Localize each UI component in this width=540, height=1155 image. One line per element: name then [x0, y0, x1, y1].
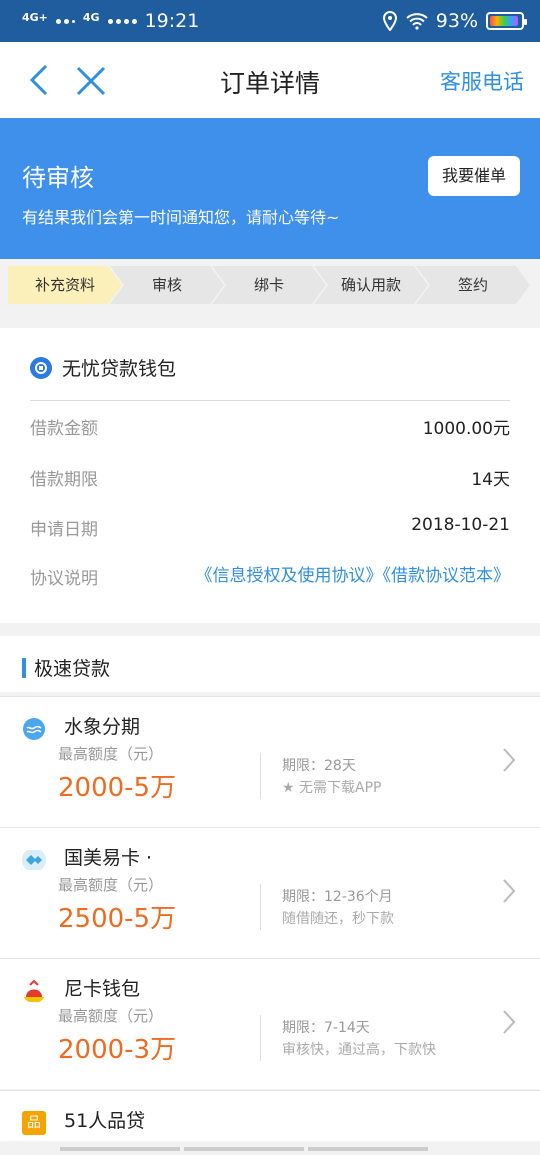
- section-marker: [22, 658, 26, 678]
- battery-percent: 93%: [435, 10, 478, 32]
- wifi-icon: [406, 13, 428, 30]
- step-supplement: 补充资料: [8, 266, 122, 304]
- battery-icon: [486, 12, 527, 30]
- divider: [260, 753, 261, 799]
- scroll-hint: [60, 1136, 540, 1151]
- loan-name: 水象分期: [64, 716, 141, 738]
- loan-name: 51人品贷: [64, 1110, 146, 1132]
- network-label-1: 4G+: [22, 10, 48, 24]
- product-name: 无忧贷款钱包: [62, 358, 177, 380]
- urge-order-button[interactable]: 我要催单: [428, 156, 520, 196]
- product-header: 无忧贷款钱包: [30, 354, 176, 381]
- card-icon: [22, 850, 46, 870]
- loan-term: 期限：12-36个月: [282, 889, 393, 905]
- status-bar: 4G+ 4G 19:21 93%: [0, 0, 540, 42]
- nav-bar: 订单详情 客服电话: [0, 42, 540, 118]
- agreement-links[interactable]: 《信息授权及使用协议》《借款协议范本》: [180, 564, 511, 588]
- order-status: 待审核: [22, 164, 94, 192]
- info-value: 14天: [471, 470, 510, 490]
- clock: 19:21: [144, 10, 200, 32]
- water-drop-icon: [23, 718, 45, 740]
- chevron-right-icon: [503, 748, 516, 772]
- divider: [260, 1015, 261, 1061]
- info-key: 申请日期: [30, 520, 98, 540]
- loan-cap-label: 最高额度（元）: [58, 745, 164, 763]
- loan-amount: 2500-5万: [58, 904, 177, 934]
- step-review: 审核: [110, 266, 224, 304]
- loan-note: ★ 无需下载APP: [282, 780, 382, 796]
- info-value: 1000.00元: [422, 419, 510, 439]
- divider: [260, 884, 261, 930]
- info-key: 借款期限: [30, 470, 98, 490]
- loan-item[interactable]: 国美易卡 · 最高额度（元） 2500-5万 期限：12-36个月 随借随还，秒…: [0, 827, 540, 958]
- section-header: 极速贷款: [0, 636, 540, 692]
- loan-note: 审核快，通过高，下款快: [282, 1042, 436, 1058]
- divider: [30, 400, 510, 401]
- chevron-right-icon: [503, 1010, 516, 1034]
- loan-amount: 2000-5万: [58, 773, 177, 803]
- status-hint: 有结果我们会第一时间通知您，请耐心等待~: [22, 208, 340, 227]
- network-label-2: 4G: [82, 10, 100, 24]
- chevron-right-icon: [503, 879, 516, 903]
- pin-logo-icon: 品: [22, 1111, 46, 1135]
- section-title: 极速贷款: [34, 658, 111, 680]
- loan-note: 随借随还，秒下款: [282, 911, 394, 927]
- step-bind-card: 绑卡: [212, 266, 326, 304]
- loan-term: 期限：7-14天: [282, 1020, 370, 1036]
- service-phone-link[interactable]: 客服电话: [440, 66, 524, 96]
- info-key: 协议说明: [30, 569, 98, 589]
- signal-icon: [55, 18, 75, 24]
- signal-icon: [107, 18, 137, 24]
- loan-name: 国美易卡 ·: [64, 847, 153, 869]
- loan-item[interactable]: 水象分期 最高额度（元） 2000-5万 期限：28天 ★ 无需下载APP: [0, 696, 540, 827]
- order-info-card: 无忧贷款钱包 借款金额 1000.00元 借款期限 14天 申请日期 2018-…: [0, 328, 540, 623]
- loan-cap-label: 最高额度（元）: [58, 1007, 164, 1025]
- step-sign: 签约: [416, 266, 530, 304]
- step-confirm: 确认用款: [314, 266, 428, 304]
- pin-logo-text: 品: [27, 1115, 41, 1131]
- info-value: 2018-10-21: [411, 515, 510, 535]
- loan-term: 期限：28天: [282, 758, 356, 774]
- red-bag-icon: [22, 979, 46, 1002]
- loan-amount: 2000-3万: [58, 1035, 177, 1065]
- status-banner: 待审核 有结果我们会第一时间通知您，请耐心等待~ 我要催单: [0, 118, 540, 259]
- loan-cap-label: 最高额度（元）: [58, 876, 164, 894]
- loan-item[interactable]: 尼卡钱包 最高额度（元） 2000-3万 期限：7-14天 审核快，通过高，下款…: [0, 958, 540, 1089]
- loan-item[interactable]: 品 51人品贷: [0, 1090, 540, 1141]
- progress-steps: 补充资料 审核 绑卡 确认用款 签约: [0, 266, 540, 304]
- info-key: 借款金额: [30, 419, 98, 439]
- wallet-logo-icon: [30, 356, 52, 379]
- location-icon: [382, 11, 397, 31]
- loan-name: 尼卡钱包: [64, 978, 141, 1000]
